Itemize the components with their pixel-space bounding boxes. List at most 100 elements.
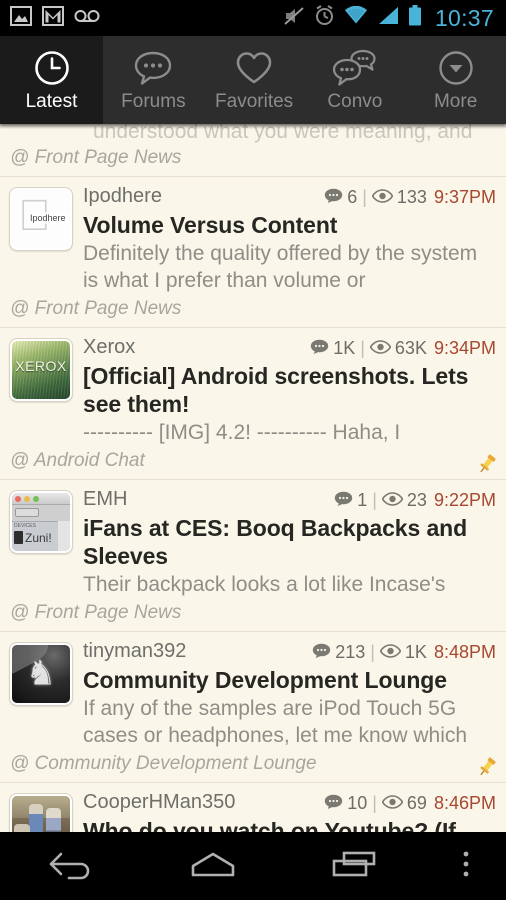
double-speech-bubble-icon (332, 48, 377, 88)
post-time: 8:46PM (433, 793, 496, 813)
tab-convo-label: Convo (327, 90, 383, 112)
eye-icon (369, 336, 392, 361)
recents-icon (328, 848, 382, 885)
post-title[interactable]: Who do you watch on Youtube? (If (83, 817, 496, 832)
list-item[interactable]: XEROX Xerox 1K | 63K 9:34PM [Official] A… (0, 327, 506, 479)
tab-more-label: More (433, 90, 478, 112)
reply-count: 213 (335, 642, 366, 662)
eye-icon (381, 791, 404, 816)
android-navigation-bar (0, 832, 506, 900)
post-metadata: 1K | 63K 9:34PM (310, 335, 496, 361)
back-arrow-icon (45, 848, 97, 885)
pin-icon (476, 453, 498, 475)
list-item[interactable]: DEVICES Zuni! EMH 1 | 23 9:22PM iFans at… (0, 479, 506, 631)
content-pane (58, 521, 70, 551)
avatar[interactable]: DEVICES Zuni! (9, 490, 73, 554)
battery-icon (408, 5, 422, 31)
meta-separator: | (372, 793, 377, 813)
tab-latest-label: Latest (25, 90, 78, 112)
wifi-icon (344, 5, 368, 30)
signal-icon (377, 6, 399, 30)
status-bar-clock: 10:37 (434, 4, 494, 31)
post-author: Xerox (83, 336, 136, 358)
post-time: 8:48PM (433, 642, 496, 662)
home-icon (185, 848, 241, 885)
meta-separator: | (372, 490, 377, 510)
avatar-label: Zuni! (25, 531, 52, 545)
post-author: CooperHMan350 (83, 791, 236, 813)
tab-convo[interactable]: Convo (305, 36, 406, 124)
close-dot-icon (15, 496, 21, 502)
post-title[interactable]: [Official] Android screenshots. Lets see… (83, 362, 496, 418)
list-item[interactable]: CooperHMan350 10 | 69 8:46PM Who do you … (0, 782, 506, 832)
view-count: 23 (406, 490, 427, 510)
post-author: tinyman392 (83, 640, 187, 662)
horse-icon: ♞ (25, 654, 57, 693)
reply-count: 1K (333, 338, 356, 358)
post-metadata: 6 | 133 9:37PM (324, 184, 496, 210)
thread-list[interactable]: understood what you were meaning, and @ … (0, 124, 506, 832)
tab-favorites-label: Favorites (215, 90, 294, 112)
view-count: 1K (404, 642, 427, 662)
chevron-down-circle-icon (434, 48, 478, 88)
list-item[interactable]: ♞ tinyman392 213 | 1K 8:48PM Community D… (0, 631, 506, 782)
eye-icon (371, 185, 394, 210)
speech-bubble-icon (131, 48, 175, 88)
zoom-dot-icon (33, 496, 39, 502)
alarm-icon (314, 5, 335, 31)
toolbar (15, 508, 39, 517)
meta-separator: | (362, 187, 367, 207)
post-title[interactable]: Volume Versus Content (83, 211, 496, 239)
gmail-icon (42, 5, 64, 31)
eye-icon (381, 488, 404, 513)
tab-favorites[interactable]: Favorites (204, 36, 305, 124)
tab-latest[interactable]: Latest (0, 36, 103, 124)
app-window: 10:37 Latest Forums Favorites Convo More… (0, 0, 506, 900)
post-title[interactable]: iFans at CES: Booq Backpacks and Sleeves (83, 514, 496, 570)
reply-count: 6 (347, 187, 358, 207)
overflow-menu-button[interactable] (426, 848, 506, 885)
status-bar-system-icons: 10:37 (283, 5, 498, 32)
back-button[interactable] (0, 848, 142, 885)
overflow-menu-icon (460, 848, 472, 885)
avatar-label: Ipodhere (28, 212, 68, 224)
home-button[interactable] (142, 848, 284, 885)
sidebar: DEVICES Zuni! (12, 521, 58, 551)
clock-icon (30, 48, 74, 88)
list-item[interactable]:  Ipodhere Ipodhere 6 | (0, 176, 506, 327)
avatar[interactable]: XEROX (9, 338, 73, 402)
status-bar-notifications (10, 5, 100, 31)
avatar-label: XEROX (15, 358, 67, 374)
post-snippet: understood what you were meaning, and (93, 124, 473, 143)
post-metadata: 1 | 23 9:22PM (334, 487, 496, 513)
avatar[interactable]: ♞ (9, 642, 73, 706)
avatar[interactable] (9, 793, 73, 832)
tab-forums[interactable]: Forums (103, 36, 204, 124)
main-tab-bar: Latest Forums Favorites Convo More (0, 36, 506, 124)
reply-bubble-icon (312, 640, 331, 665)
post-time: 9:37PM (433, 187, 496, 207)
post-snippet: ---------- [IMG] 4.2! ---------- Haha, I (83, 421, 401, 444)
image-icon (10, 5, 32, 31)
post-time: 9:34PM (433, 338, 496, 358)
xerox-green-avatar: XEROX (12, 341, 70, 399)
list-item[interactable]: understood what you were meaning, and @ … (0, 124, 506, 176)
post-metadata: 213 | 1K 8:48PM (312, 639, 496, 665)
meta-separator: | (370, 642, 375, 662)
meta-separator: | (360, 338, 365, 358)
view-count: 63K (394, 338, 427, 358)
post-title[interactable]: Community Development Lounge (83, 666, 496, 694)
post-forum: @ Android Chat (10, 450, 145, 471)
post-snippet: If any of the samples are iPod Touch 5G … (83, 697, 468, 747)
recents-button[interactable] (284, 848, 426, 885)
post-forum: @ Front Page News (10, 147, 182, 168)
minimize-dot-icon (24, 496, 30, 502)
post-forum: @ Front Page News (10, 298, 182, 319)
reply-bubble-icon (324, 185, 343, 210)
reply-bubble-icon (310, 336, 329, 361)
avatar[interactable]:  Ipodhere (9, 187, 73, 251)
tab-more[interactable]: More (405, 36, 506, 124)
apple-logo-avatar:  Ipodhere (12, 190, 70, 248)
reply-count: 10 (347, 793, 368, 813)
post-author: Ipodhere (83, 185, 162, 207)
